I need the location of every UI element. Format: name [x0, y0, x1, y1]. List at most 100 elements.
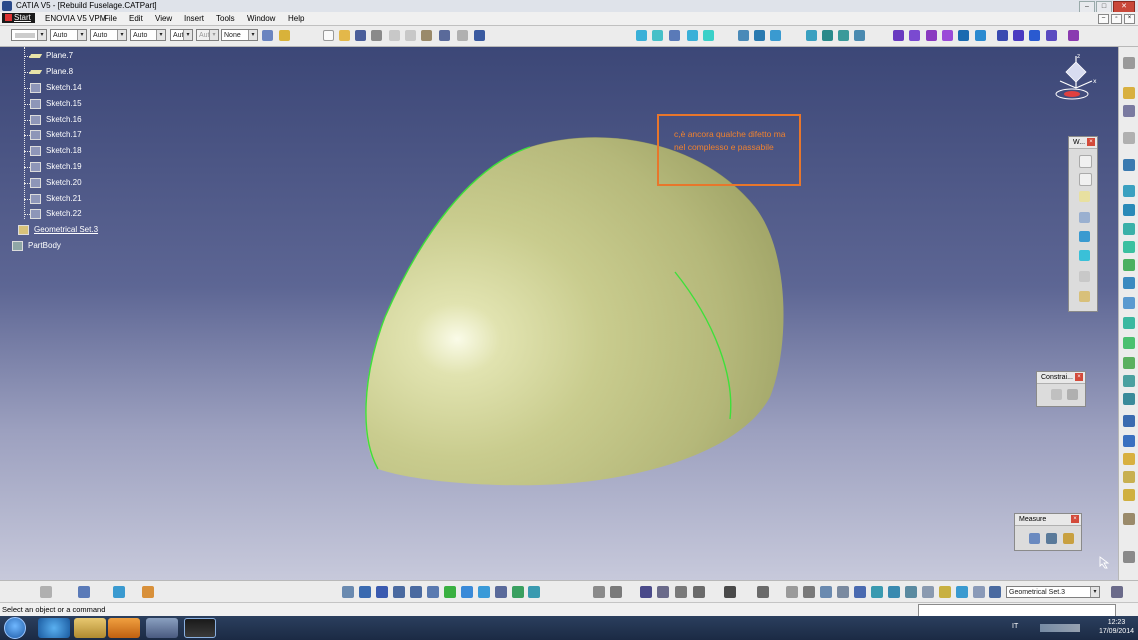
spline-icon[interactable] — [1079, 271, 1090, 282]
symmetry-icon[interactable] — [1029, 30, 1040, 41]
knowledge-report-icon[interactable] — [693, 586, 705, 598]
plane-icon[interactable] — [1079, 191, 1090, 202]
copy-icon[interactable] — [405, 30, 416, 41]
extrude-icon[interactable] — [738, 30, 749, 41]
work-on-support-icon[interactable] — [837, 586, 849, 598]
fly-mode-icon[interactable] — [40, 586, 52, 598]
surface-analysis-icon[interactable] — [854, 586, 866, 598]
ordered-set-icon[interactable] — [973, 586, 985, 598]
spline-tool-icon[interactable] — [1123, 105, 1135, 117]
line-thickness-combo[interactable]: Auto ▾ — [90, 29, 127, 41]
split-tool-icon[interactable] — [1123, 297, 1135, 309]
zoom-out-icon[interactable] — [410, 586, 422, 598]
menu-file[interactable]: File — [104, 14, 117, 23]
point-icon[interactable] — [1079, 155, 1092, 168]
blend-tool-icon[interactable] — [1123, 241, 1135, 253]
wireframe-tool-icon[interactable] — [1123, 57, 1135, 69]
transform-tool-icon[interactable] — [1123, 393, 1135, 405]
scaling-icon[interactable] — [1046, 30, 1057, 41]
grid-snap-icon[interactable] — [820, 586, 832, 598]
close-icon[interactable]: × — [1075, 373, 1083, 381]
sweep-tool-icon[interactable] — [1123, 204, 1135, 216]
normal-view-icon[interactable] — [427, 586, 439, 598]
desktop-icon[interactable] — [146, 618, 178, 638]
painter-icon[interactable] — [262, 30, 273, 41]
pattern-tool-icon[interactable] — [1123, 415, 1135, 427]
whats-this-icon[interactable] — [474, 30, 485, 41]
swap-visible-space-icon[interactable] — [512, 586, 524, 598]
clock[interactable]: 12:23 17/09/2014 — [1099, 618, 1134, 636]
linetype-combo[interactable]: Auto ▾ — [130, 29, 166, 41]
projection-icon[interactable] — [1079, 212, 1090, 223]
line-tool-icon[interactable] — [1123, 132, 1135, 144]
geometry-selector-combo[interactable]: Geometrical Set.3 ▾ — [1006, 586, 1100, 598]
define-in-work-object-icon[interactable] — [956, 586, 968, 598]
catalog-icon[interactable] — [78, 586, 90, 598]
surface-tool-icon[interactable] — [1123, 185, 1135, 197]
circle-icon[interactable] — [1079, 250, 1090, 261]
blend-icon[interactable] — [838, 30, 849, 41]
update-icon[interactable] — [786, 586, 798, 598]
help-icon[interactable] — [1111, 586, 1123, 598]
language-indicator[interactable]: IT — [1012, 623, 1018, 630]
media-player-icon[interactable] — [108, 618, 140, 638]
rotate-view-icon[interactable] — [376, 586, 388, 598]
intersection-icon[interactable] — [1079, 231, 1090, 242]
join-tool-icon[interactable] — [1123, 277, 1135, 289]
curvature-icon[interactable] — [888, 586, 900, 598]
multi-section-surface-icon[interactable] — [822, 30, 833, 41]
hide-show-icon[interactable] — [495, 586, 507, 598]
menu-tools[interactable]: Tools — [216, 14, 235, 23]
manual-update-icon[interactable] — [803, 586, 815, 598]
save-icon[interactable] — [355, 30, 366, 41]
transparency-combo[interactable]: Auto ▾ — [50, 29, 87, 41]
layer-combo[interactable]: None ▾ — [221, 29, 258, 41]
join-icon[interactable] — [893, 30, 904, 41]
revolve-icon[interactable] — [754, 30, 765, 41]
new-icon[interactable] — [323, 30, 334, 41]
translate-icon[interactable] — [997, 30, 1008, 41]
helix-icon[interactable] — [1079, 291, 1090, 302]
extract-tool-icon[interactable] — [1123, 357, 1135, 369]
quick-view-icon[interactable] — [461, 586, 473, 598]
menu-view[interactable]: View — [155, 14, 172, 23]
trim-tool-icon[interactable] — [1123, 317, 1135, 329]
open-icon[interactable] — [339, 30, 350, 41]
measure-item-icon[interactable] — [1046, 533, 1057, 544]
measure-between-icon[interactable] — [1029, 533, 1040, 544]
menu-insert[interactable]: Insert — [184, 14, 204, 23]
print-view-icon[interactable] — [757, 586, 769, 598]
porcupine-icon[interactable] — [939, 586, 951, 598]
internet-explorer-icon[interactable] — [38, 618, 70, 638]
sweep-icon[interactable] — [770, 30, 781, 41]
menu-enovia[interactable]: ENOVIA V5 VPM — [45, 14, 106, 23]
law-tool-icon[interactable] — [1123, 471, 1135, 483]
healing-icon[interactable] — [909, 30, 920, 41]
menu-start[interactable]: Start — [2, 13, 35, 23]
fit-all-icon[interactable] — [342, 586, 354, 598]
table-icon[interactable] — [640, 586, 652, 598]
3d-viewport[interactable]: Plane.7 Plane.8 Sketch.14 Sketch.15 Sket… — [0, 47, 1118, 580]
print-icon[interactable] — [371, 30, 382, 41]
doc-restore-icon[interactable]: ▫ — [1111, 14, 1122, 24]
advanced-tool-icon[interactable] — [1123, 513, 1135, 525]
sketcher-icon[interactable] — [636, 30, 647, 41]
system-tray-icons[interactable] — [1040, 624, 1080, 632]
doc-close-icon[interactable]: × — [1124, 14, 1135, 24]
shading-icon[interactable] — [528, 586, 540, 598]
select-tool-icon[interactable] — [1123, 87, 1135, 99]
doc-minimize-icon[interactable]: – — [1098, 14, 1109, 24]
fill-tool-icon[interactable] — [1123, 223, 1135, 235]
menu-edit[interactable]: Edit — [129, 14, 143, 23]
extrapolate-icon[interactable] — [1068, 30, 1079, 41]
paste-icon[interactable] — [421, 30, 432, 41]
pan-icon[interactable] — [359, 586, 371, 598]
rotate-icon[interactable] — [1013, 30, 1024, 41]
capture-icon[interactable] — [724, 586, 736, 598]
catia-taskbar-icon[interactable] — [184, 618, 216, 638]
boundary-tool-icon[interactable] — [1123, 337, 1135, 349]
axis-system-icon[interactable] — [652, 30, 663, 41]
menu-help[interactable]: Help — [288, 14, 304, 23]
close-icon[interactable]: × — [1087, 138, 1095, 146]
offset-tool-icon[interactable] — [1123, 259, 1135, 271]
